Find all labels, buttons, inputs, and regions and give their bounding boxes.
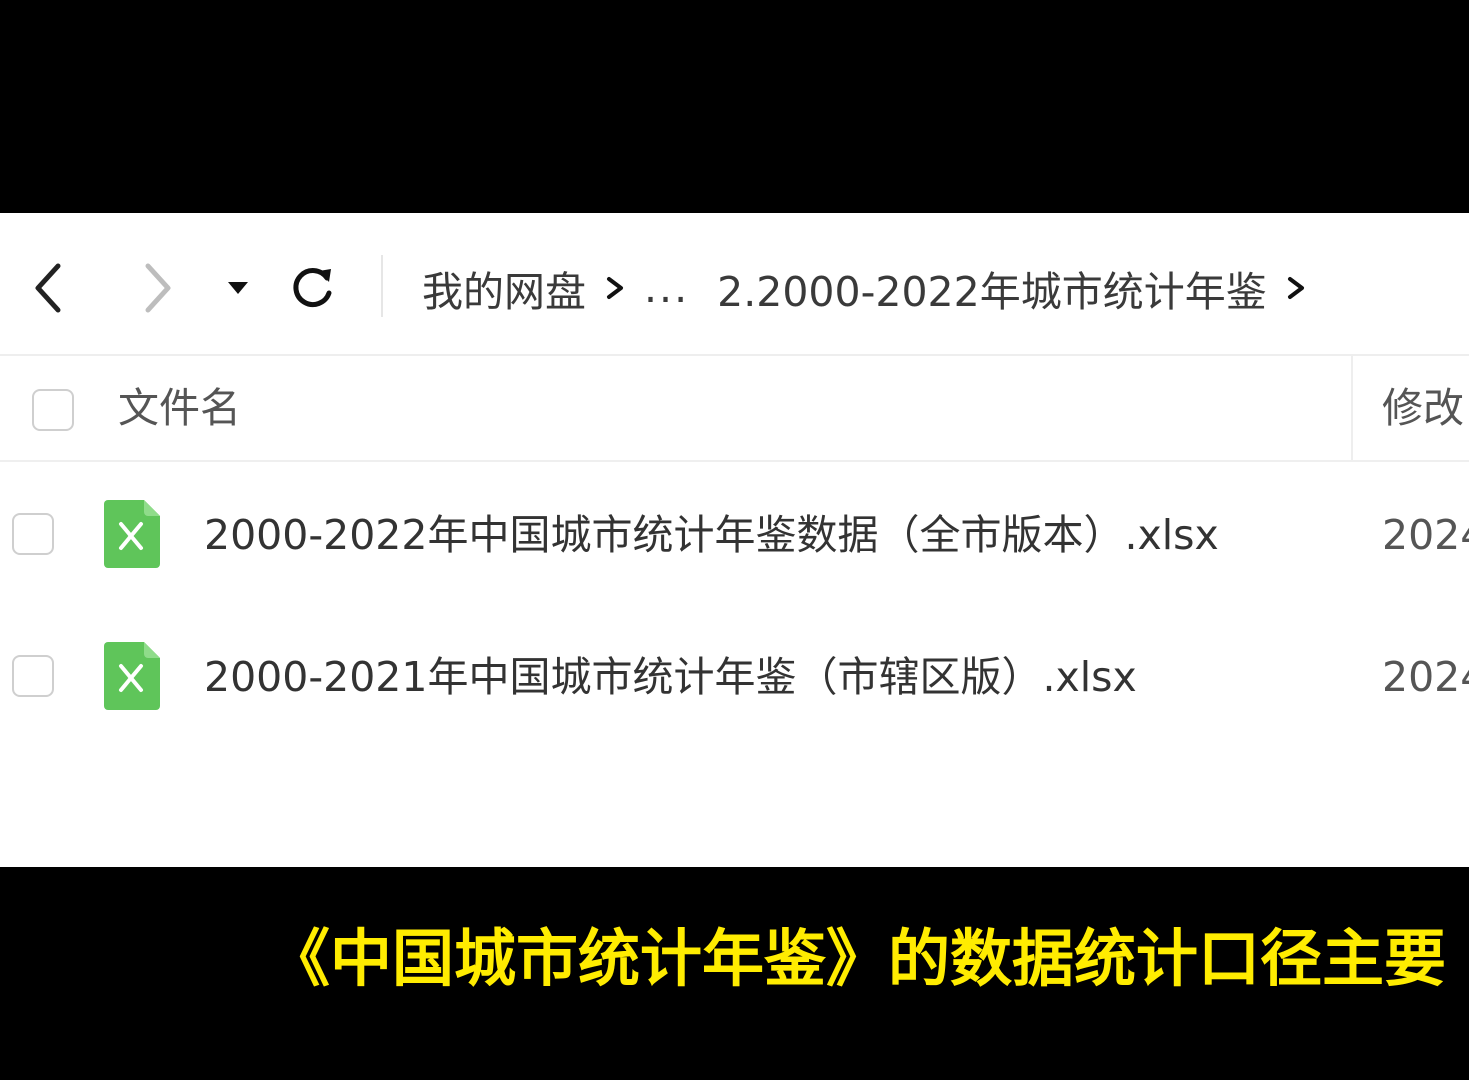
video-letterbox-bottom: 《中国城市统计年鉴》的数据统计口径主要: [0, 867, 1469, 1080]
history-dropdown-button[interactable]: [218, 253, 258, 323]
breadcrumb-ellipsis[interactable]: ...: [644, 264, 689, 312]
file-browser-panel: 我的网盘 ... 2.2000-2022年城市统计年鉴 文件名 修改 2000-…: [0, 213, 1469, 867]
column-divider[interactable]: [1351, 356, 1353, 460]
video-subtitle: 《中国城市统计年鉴》的数据统计口径主要: [268, 922, 1447, 995]
file-modified-date: 2024: [1382, 511, 1469, 559]
back-button[interactable]: [18, 253, 78, 323]
chevron-right-icon: [607, 277, 623, 299]
column-header-name[interactable]: 文件名: [118, 378, 241, 438]
select-all-checkbox[interactable]: [32, 389, 74, 431]
refresh-button[interactable]: [282, 253, 342, 323]
refresh-icon: [293, 268, 332, 307]
table-header: 文件名 修改: [0, 356, 1469, 462]
table-row[interactable]: 2000-2021年中国城市统计年鉴（市辖区版）.xlsx 2024: [0, 606, 1469, 748]
breadcrumb-item-current[interactable]: 2.2000-2022年城市统计年鉴: [717, 258, 1267, 318]
breadcrumb-separator: [586, 253, 644, 323]
breadcrumb-item-root[interactable]: 我的网盘: [422, 258, 586, 318]
navigation-toolbar: 我的网盘 ... 2.2000-2022年城市统计年鉴: [0, 213, 1469, 356]
caret-down-icon: [228, 282, 248, 294]
file-name[interactable]: 2000-2022年中国城市统计年鉴数据（全市版本）.xlsx: [204, 502, 1219, 568]
file-name[interactable]: 2000-2021年中国城市统计年鉴（市辖区版）.xlsx: [204, 644, 1137, 710]
excel-file-icon: [104, 500, 160, 568]
breadcrumb: 我的网盘 ... 2.2000-2022年城市统计年鉴: [422, 253, 1325, 323]
toolbar-divider: [381, 255, 383, 317]
chevron-right-icon: [1287, 277, 1304, 299]
file-modified-date: 2024: [1382, 653, 1469, 701]
row-checkbox[interactable]: [12, 655, 54, 697]
forward-button[interactable]: [128, 253, 188, 323]
breadcrumb-separator: [1267, 253, 1325, 323]
video-letterbox-top: [0, 0, 1469, 213]
row-checkbox[interactable]: [12, 513, 54, 555]
column-header-modified[interactable]: 修改: [1382, 378, 1464, 438]
chevron-left-icon: [35, 263, 61, 313]
excel-file-icon: [104, 642, 160, 710]
chevron-right-icon: [145, 263, 171, 313]
table-row[interactable]: 2000-2022年中国城市统计年鉴数据（全市版本）.xlsx 2024: [0, 464, 1469, 606]
